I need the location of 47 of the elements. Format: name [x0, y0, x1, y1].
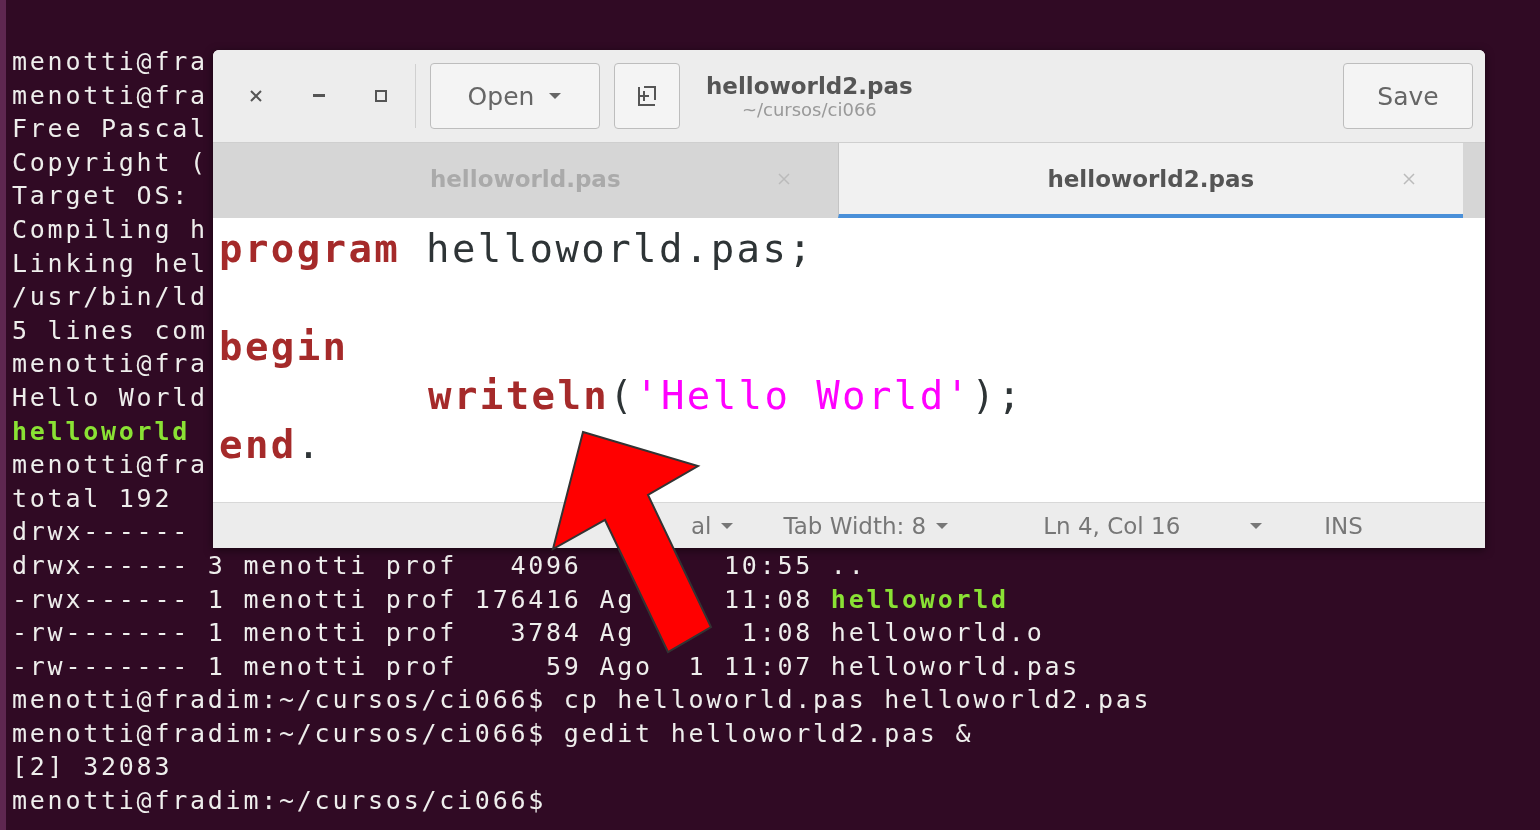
terminal-line: Hello World [12, 381, 208, 414]
close-icon[interactable] [249, 89, 263, 103]
terminal-line: 5 lines com [12, 314, 208, 347]
open-button[interactable]: Open [430, 63, 600, 129]
insert-mode: INS [1324, 512, 1363, 539]
terminal-line: menotti@fradim:~/cursos/ci066$ gedit helloworld2.pas & [12, 717, 974, 750]
terminal-line: -rw------- 1 menotti prof 59 Ago 1 11:07 helloworld.pas [12, 650, 1081, 683]
terminal-line: Free Pascal [12, 113, 208, 146]
caret-icon[interactable] [1250, 521, 1263, 530]
terminal-line: Copyright ( [12, 146, 208, 179]
document-tab[interactable]: helloworld2.pas [837, 143, 1463, 218]
window-subtitle: ~/cursos/ci066 [741, 98, 877, 120]
code-line: writeln('Hello World'); [428, 372, 1024, 420]
code-editor[interactable]: program helloworld.pas; begin writeln('Hello World'); end. [213, 218, 1485, 502]
terminal-line: Linking hel [12, 247, 208, 280]
terminal-line: drwx------ [12, 516, 190, 549]
code-line: program helloworld.pas; [219, 225, 815, 273]
terminal-line: total 192 [12, 482, 173, 515]
language-dropdown[interactable]: al [691, 512, 734, 539]
terminal-line: -rwx------ 1 menotti prof 176416 Ag 11:08 helloworld [12, 583, 1009, 616]
code-line: begin [219, 323, 349, 371]
terminal-line: menotti@fra [12, 79, 208, 112]
caret-icon [721, 521, 734, 530]
terminal-line: drwx------ 3 menotti prof 4096 10:55 .. [12, 549, 867, 582]
terminal-line: helloworld [12, 415, 190, 448]
terminal-line: Target OS: [12, 180, 190, 213]
save-button[interactable]: Save [1343, 63, 1473, 129]
terminal-line: menotti@fradim:~/cursos/ci066$ [12, 785, 547, 818]
caret-icon [936, 521, 949, 530]
new-tab-button[interactable] [614, 63, 680, 129]
terminal-line: [2] 32083 [12, 751, 173, 784]
terminal-line: menotti@fra [12, 449, 208, 482]
terminal-line: menotti@fra [12, 348, 208, 381]
terminal-line: /usr/bin/ld [12, 281, 208, 314]
tab-width-dropdown[interactable]: Tab Width: 8 [783, 512, 949, 539]
window-title: helloworld2.pas [706, 72, 913, 99]
new-tab-icon [636, 85, 658, 107]
caret-icon [548, 92, 563, 100]
terminal-line: -rw------- 1 menotti prof 3784 Ag 1:08 helloworld.o [12, 617, 1045, 650]
terminal-line: menotti@fra [12, 46, 208, 78]
maximize-icon[interactable] [375, 90, 387, 102]
code-line: end. [219, 421, 323, 469]
terminal-line: menotti@fradim:~/cursos/ci066$ cp helloworld.pas helloworld2.pas [12, 684, 1152, 717]
minimize-icon[interactable] [313, 94, 325, 98]
tab-label: helloworld2.pas [1047, 165, 1255, 192]
terminal-line: Compiling h [12, 213, 208, 246]
cursor-position: Ln 4, Col 16 [1043, 512, 1181, 539]
